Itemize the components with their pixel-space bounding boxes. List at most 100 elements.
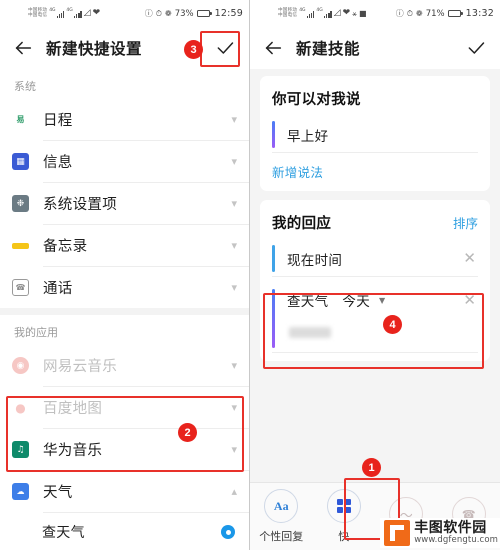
accent-bar	[272, 289, 275, 348]
tool-label: 个性回复	[259, 530, 304, 543]
right-phone-screen: 中国移动 中国电信 4G 4G ◿ ❤ ⚹ ■ ⓘ ⏱ ❁ 71% 13:32 …	[250, 0, 500, 550]
heart-icon: ❤	[92, 8, 101, 18]
chevron-down-icon: ▾	[231, 113, 237, 126]
signal-bars-1-icon	[306, 9, 315, 18]
skill-name: 查天气	[287, 294, 329, 310]
skill-header-row: 查天气 今天 ▼ ✕	[287, 285, 478, 315]
list-item-netease-music[interactable]: ◉ 网易云音乐 ▾	[0, 345, 249, 386]
list-item-weather[interactable]: ☁ 天气 ▴	[0, 471, 249, 512]
page-title: 新建技能	[296, 40, 361, 58]
list-item-label: 通话	[43, 281, 73, 297]
weather-icon: ☁	[12, 483, 29, 500]
list-item-label: 百度地图	[43, 401, 103, 417]
back-arrow-icon[interactable]	[262, 37, 284, 59]
step-badge-4: 4	[383, 315, 402, 334]
text-reply-icon: Aa	[264, 489, 299, 523]
phrase-entry[interactable]: 早上好	[272, 117, 478, 153]
list-item-calls[interactable]: ☎ 通话 ▾	[0, 267, 249, 308]
person-icon: ⚹	[352, 8, 357, 18]
chat-icon: ■	[358, 8, 367, 18]
list-item-notes[interactable]: 备忘录 ▾	[0, 225, 249, 266]
list-item-calendar[interactable]: 易 日程 ▾	[0, 99, 249, 140]
wifi-icon: ◿	[83, 8, 91, 18]
my-response-card: 我的回应 排序 现在时间 ✕ 查天气 今天 ▼ ✕	[260, 200, 490, 361]
signal-bars-1-icon	[56, 9, 65, 18]
right-status-left: 中国移动 中国电信 4G 4G ◿ ❤ ⚹ ■	[256, 8, 396, 19]
chevron-down-icon: ▾	[231, 443, 237, 456]
right-content-area: 你可以对我说 早上好 新增说法 我的回应 排序 现在时间 ✕ 查天气 今天 ▼ …	[250, 69, 500, 550]
signal-type-2: 4G	[316, 8, 323, 13]
list-item-label: 天气	[43, 485, 73, 501]
alarm-icon: ⏱	[406, 8, 413, 18]
radio-selected-icon[interactable]	[221, 525, 235, 539]
chevron-down-icon[interactable]: ▼	[379, 296, 385, 305]
watermark-logo-icon	[384, 520, 411, 546]
chevron-up-icon: ▴	[231, 485, 237, 498]
left-status-bar: 中国移动 中国电信 4G 4G ◿ ❤ ⓘ ⏱ ❁ 73% 12:59	[0, 0, 249, 27]
messages-icon: ▦	[12, 153, 29, 170]
reply-card-header: 我的回应 排序	[272, 212, 478, 233]
list-item-system-settings[interactable]: ❉ 系统设置项 ▾	[0, 183, 249, 224]
mute-icon: ⓘ	[395, 8, 404, 18]
battery-percent: 73%	[174, 8, 194, 19]
list-item-label: 系统设置项	[43, 197, 117, 213]
signal-type-1: 4G	[49, 8, 56, 13]
battery-icon	[447, 10, 463, 17]
carrier-line-2: 中国电信	[278, 12, 298, 18]
tool-label: 快	[338, 530, 350, 543]
signal-bars-2-icon	[73, 9, 82, 18]
step-badge-2: 2	[178, 423, 197, 442]
watermark: 丰图软件园 www.dgfengtu.com	[380, 518, 500, 548]
section-label-my-apps: 我的应用	[14, 326, 58, 339]
sort-button[interactable]: 排序	[453, 213, 478, 232]
add-phrase-link[interactable]: 新增说法	[272, 153, 478, 183]
watermark-url: www.dgfengtu.com	[414, 535, 498, 546]
list-item-baidu-map[interactable]: ● 百度地图 ▾	[0, 387, 249, 428]
dual-screenshot-composite: 中国移动 中国电信 4G 4G ◿ ❤ ⓘ ⏱ ❁ 73% 12:59 新建快捷…	[0, 0, 500, 550]
confirm-check-icon[interactable]	[213, 36, 237, 60]
response-entry-weather[interactable]: 查天气 今天 ▼ ✕	[272, 285, 478, 353]
wifi-icon: ◿	[333, 8, 341, 18]
notes-icon	[12, 242, 29, 249]
phone-icon: ☎	[12, 279, 29, 296]
tool-personal-reply[interactable]: Aa 个性回复	[250, 483, 313, 550]
say-card-title: 你可以对我说	[272, 92, 361, 108]
settings-gear-icon: ❉	[12, 195, 29, 212]
chevron-down-icon: ▾	[231, 155, 237, 168]
sub-item-check-weather[interactable]: 查天气	[0, 513, 249, 550]
battery-icon	[196, 10, 212, 17]
left-status-right: ⓘ ⏱ ❁ 73% 12:59	[145, 8, 243, 19]
signal-type-2: 4G	[66, 8, 73, 13]
list-item-huawei-music[interactable]: ♫ 华为音乐 ▾	[0, 429, 249, 470]
skill-body: 查天气 今天 ▼ ✕	[287, 285, 478, 352]
chevron-down-icon: ▾	[231, 197, 237, 210]
confirm-check-icon[interactable]	[464, 36, 488, 60]
say-to-me-card: 你可以对我说 早上好 新增说法	[260, 76, 490, 191]
calendar-icon: 易	[12, 111, 29, 128]
list-item-messages[interactable]: ▦ 信息 ▾	[0, 141, 249, 182]
signal-type-1: 4G	[299, 8, 306, 13]
say-card-header: 你可以对我说	[272, 88, 478, 109]
back-arrow-icon[interactable]	[12, 37, 34, 59]
sub-item-label: 查天气	[42, 525, 85, 541]
close-icon[interactable]: ✕	[463, 251, 478, 266]
response-entry-time[interactable]: 现在时间 ✕	[272, 241, 478, 277]
carrier-labels: 中国移动 中国电信	[28, 8, 47, 19]
huawei-music-icon: ♫	[12, 441, 29, 458]
skill-arg[interactable]: 今天	[342, 290, 370, 310]
bluetooth-icon: ❁	[165, 8, 172, 18]
status-clock: 13:32	[465, 8, 494, 19]
list-item-label: 日程	[43, 113, 73, 129]
section-label-system: 系统	[14, 80, 36, 93]
status-clock: 12:59	[214, 8, 243, 19]
tool-quick-skill[interactable]: 快	[313, 483, 376, 550]
quick-skill-grid-icon	[326, 489, 361, 523]
list-item-label: 备忘录	[43, 239, 88, 255]
netease-music-icon: ◉	[12, 357, 29, 374]
step-badge-1: 1	[362, 458, 381, 477]
close-icon[interactable]: ✕	[463, 292, 478, 308]
list-item-label: 网易云音乐	[43, 359, 117, 375]
watermark-text: 丰图软件园 www.dgfengtu.com	[414, 520, 498, 546]
accent-bar	[272, 245, 275, 272]
left-status-left: 中国移动 中国电信 4G 4G ◿ ❤	[6, 8, 145, 19]
